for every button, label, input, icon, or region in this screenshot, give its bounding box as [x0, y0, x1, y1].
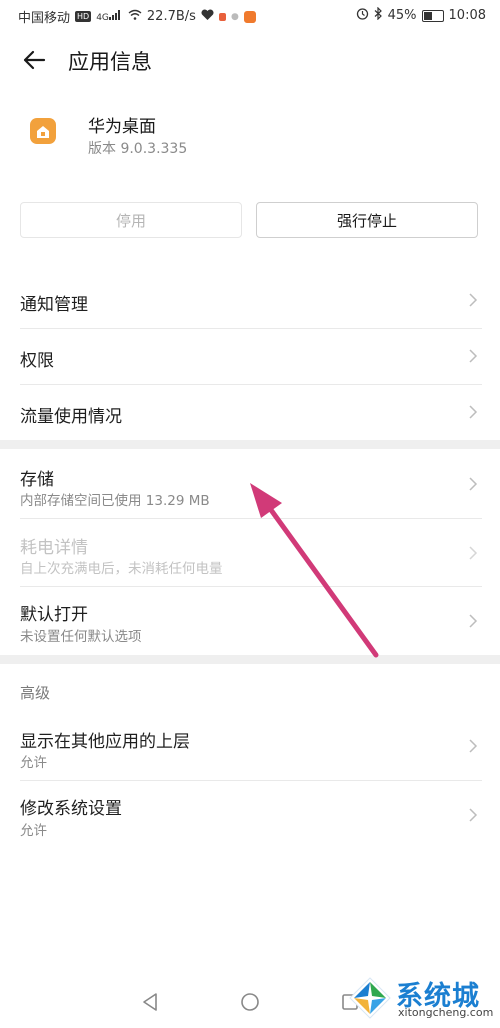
app-icon: [30, 118, 56, 144]
settings-item-label: 默认打开: [20, 605, 88, 625]
hd-badge: HD: [75, 11, 92, 22]
force-stop-button[interactable]: 强行停止: [256, 202, 478, 238]
settings-item-permissions[interactable]: 权限: [0, 329, 500, 385]
settings-item-summary: 内部存储空间已使用 13.29 MB: [20, 493, 210, 509]
chevron-right-icon: [469, 477, 478, 491]
status-bar-left: 中国移动 HD 4G 22.7B/s ●: [18, 7, 256, 26]
network-type-label: 4G: [96, 13, 109, 23]
health-icon: [201, 8, 214, 25]
settings-item-label: 耗电详情: [20, 538, 88, 558]
bluetooth-icon: [374, 6, 383, 24]
back-button[interactable]: [16, 44, 52, 76]
notification-app-icon-2: [243, 10, 256, 23]
chevron-right-icon: [469, 614, 478, 628]
settings-item-modify-system-settings[interactable]: 修改系统设置 允许: [0, 781, 500, 849]
signal-icon: 4G: [96, 10, 123, 23]
status-bar-right: 45% 10:08: [356, 6, 486, 24]
disable-button[interactable]: 停用: [20, 202, 242, 238]
settings-item-label: 显示在其他应用的上层: [20, 732, 190, 752]
section-gap: [0, 440, 500, 449]
network-speed: 22.7B/s: [146, 9, 196, 24]
settings-item-battery-usage[interactable]: 耗电详情 自上次充满电后，未消耗任何电量: [0, 519, 500, 586]
chevron-right-icon: [469, 405, 478, 419]
settings-item-label: 流量使用情况: [20, 407, 122, 427]
app-name: 华为桌面: [88, 117, 156, 137]
settings-item-open-by-default[interactable]: 默认打开 未设置任何默认选项: [0, 587, 500, 655]
status-bar: 中国移动 HD 4G 22.7B/s ● 45% 10:08: [0, 0, 500, 32]
settings-item-notifications[interactable]: 通知管理: [0, 272, 500, 328]
watermark-url: xitongcheng.com: [398, 1006, 494, 1019]
clock: 10:08: [448, 8, 486, 23]
chevron-right-icon: [469, 293, 478, 307]
chevron-right-icon: [469, 739, 478, 753]
settings-item-storage[interactable]: 存储 内部存储空间已使用 13.29 MB: [0, 449, 500, 518]
settings-item-summary: 允许: [20, 755, 47, 771]
app-header: 华为桌面 版本 9.0.3.335: [0, 92, 500, 176]
page-title: 应用信息: [68, 50, 152, 74]
wifi-icon: [128, 9, 142, 24]
settings-item-data-usage[interactable]: 流量使用情况: [0, 385, 500, 440]
circle-home-icon: [241, 993, 259, 1011]
notification-app-icon: [218, 12, 226, 21]
section-gap: [0, 655, 500, 664]
chevron-right-icon: [469, 808, 478, 822]
settings-item-label: 权限: [20, 351, 54, 371]
watermark-logo-icon: [349, 977, 391, 1019]
settings-item-label: 存储: [20, 470, 54, 490]
chevron-right-icon: [469, 546, 478, 560]
nav-home-button[interactable]: [232, 986, 268, 1018]
battery-icon: [421, 9, 444, 22]
settings-item-summary: 允许: [20, 823, 47, 839]
section-header-advanced: 高级: [20, 684, 51, 702]
settings-item-summary: 未设置任何默认选项: [20, 629, 142, 645]
settings-item-label: 通知管理: [20, 295, 88, 315]
title-bar: 应用信息: [0, 32, 500, 88]
home-icon: [37, 125, 49, 138]
watermark: 系统城 xitongcheng.com: [346, 974, 496, 1022]
carrier-label: 中国移动: [18, 11, 71, 26]
settings-item-label: 修改系统设置: [20, 799, 122, 819]
triangle-back-icon: [143, 993, 157, 1011]
chevron-right-icon: [469, 349, 478, 363]
settings-item-summary: 自上次充满电后，未消耗任何电量: [20, 561, 223, 577]
app-version: 版本 9.0.3.335: [88, 141, 188, 157]
settings-item-display-over-other-apps[interactable]: 显示在其他应用的上层 允许: [0, 714, 500, 780]
back-arrow-icon: [23, 50, 46, 70]
dot-icon: ●: [230, 11, 239, 22]
nav-back-button[interactable]: [132, 986, 168, 1018]
battery-percent: 45%: [387, 8, 417, 23]
alarm-icon: [356, 7, 369, 24]
